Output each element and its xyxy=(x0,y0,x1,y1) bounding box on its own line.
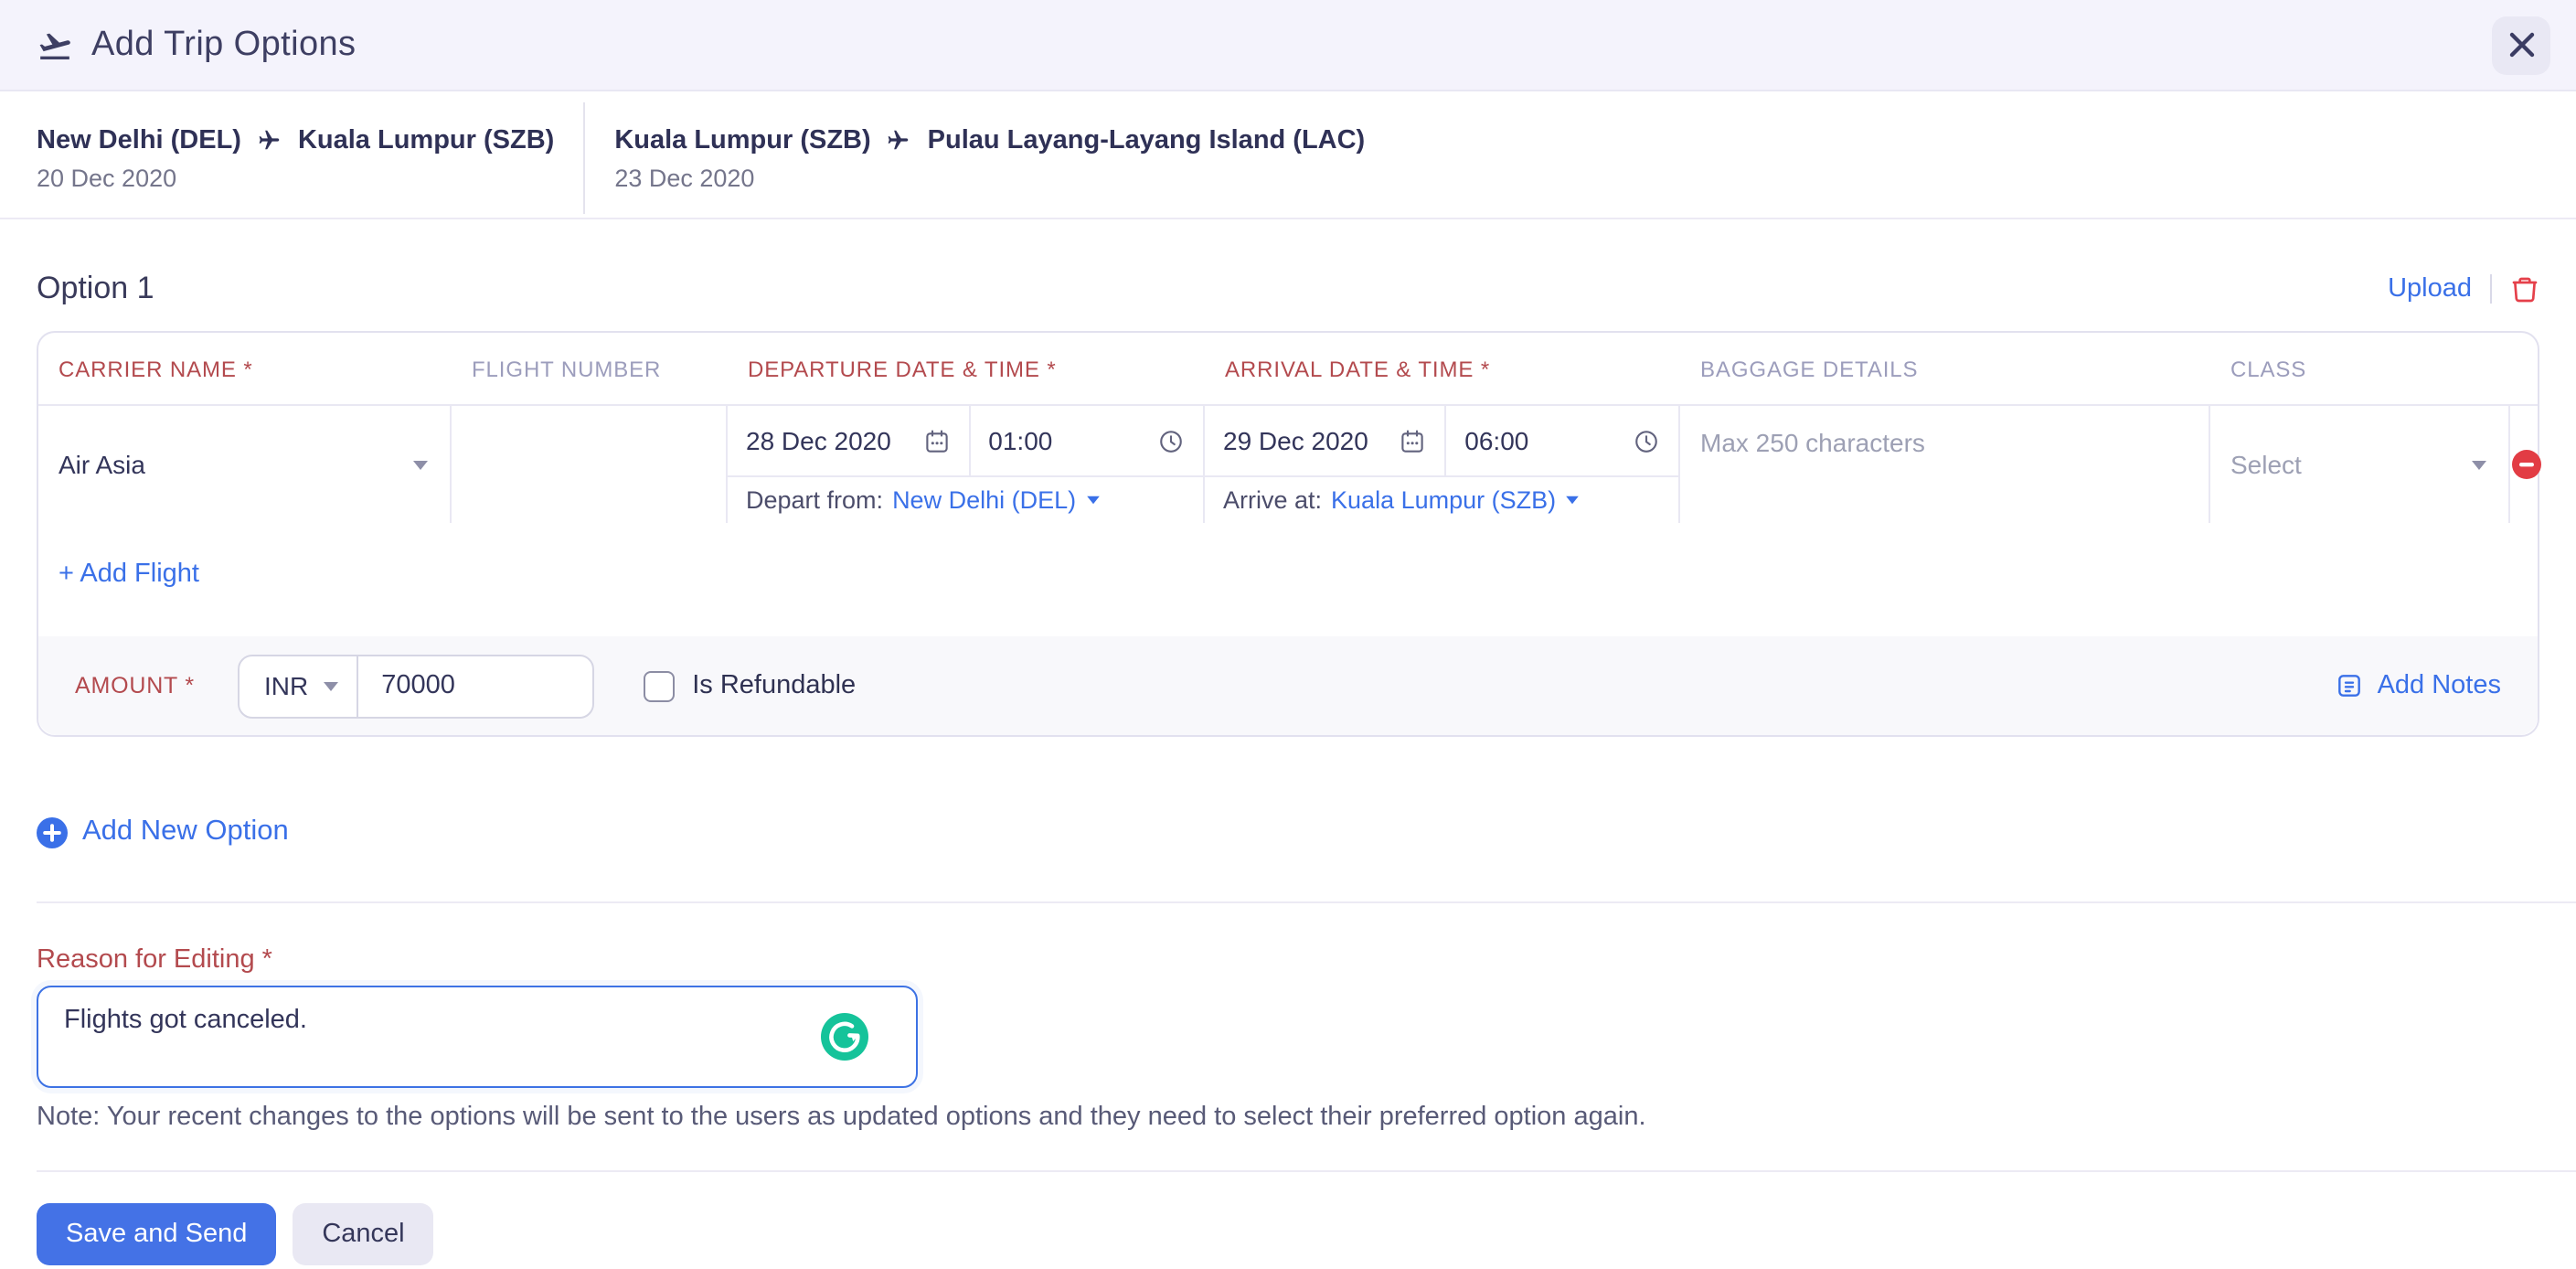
remove-flight-button[interactable] xyxy=(2510,406,2541,523)
trip-segment-1: New Delhi (DEL) Kuala Lumpur (SZB) 20 De… xyxy=(37,125,554,191)
is-refundable-label: Is Refundable xyxy=(692,671,857,700)
baggage-details-input[interactable] xyxy=(1700,428,2188,457)
segment2-date: 23 Dec 2020 xyxy=(614,164,755,191)
col-baggage: Baggage Details xyxy=(1700,357,1919,382)
trip-segment-2: Kuala Lumpur (SZB) Pulau Layang-Layang I… xyxy=(614,125,1365,191)
trip-segments: New Delhi (DEL) Kuala Lumpur (SZB) 20 De… xyxy=(0,91,2576,219)
carrier-value: Air Asia xyxy=(59,450,145,479)
departure-cell: 28 Dec 2020 01:00 Depart from: New Delhi… xyxy=(728,406,1205,523)
col-flight-number: Flight Number xyxy=(472,357,662,382)
baggage-cell xyxy=(1680,406,2210,523)
segment1-date: 20 Dec 2020 xyxy=(37,164,177,191)
segment2-to: Pulau Layang-Layang Island (LAC) xyxy=(927,125,1366,155)
col-departure: Departure Date & Time * xyxy=(748,357,1057,382)
chevron-down-icon xyxy=(1086,495,1099,504)
close-icon xyxy=(2508,32,2534,58)
chevron-down-icon xyxy=(323,681,338,690)
delete-option-button[interactable] xyxy=(2510,273,2539,304)
modal-header: Add Trip Options xyxy=(0,0,2576,91)
plus-circle-icon xyxy=(37,816,68,848)
currency-select[interactable]: INR xyxy=(240,656,356,716)
flight-takeoff-icon xyxy=(39,32,70,59)
clock-icon xyxy=(1160,430,1182,452)
note-text: Note: Your recent changes to the options… xyxy=(37,1103,1646,1132)
arrival-time-input[interactable]: 06:00 xyxy=(1446,406,1678,475)
currency-value: INR xyxy=(263,671,309,700)
segment1-to: Kuala Lumpur (SZB) xyxy=(297,125,555,155)
amount-row: Amount * INR Is Refundable Add Note xyxy=(38,636,2538,735)
segment1-from: New Delhi (DEL) xyxy=(37,125,241,155)
add-trip-options-modal: Add Trip Options New Delhi (DEL) Kuala L… xyxy=(0,0,2576,1269)
flight-number-cell xyxy=(452,406,728,523)
chevron-down-icon xyxy=(2472,460,2486,469)
is-refundable-checkbox[interactable] xyxy=(643,670,675,701)
calendar-icon xyxy=(925,429,947,452)
page-title: Add Trip Options xyxy=(91,25,357,63)
col-class: Class xyxy=(2230,357,2307,382)
amount-label: Amount * xyxy=(75,673,195,698)
trash-icon xyxy=(2512,276,2538,302)
flight-table-header: Carrier Name * Flight Number Departure D… xyxy=(38,333,2538,406)
arrive-at-label: Arrive at: xyxy=(1223,485,1323,513)
reason-for-editing-label: Reason for Editing * xyxy=(37,945,272,975)
flight-arrow-icon xyxy=(889,130,909,150)
carrier-select[interactable]: Air Asia xyxy=(38,406,452,523)
reason-for-editing-textarea[interactable]: Flights got canceled. xyxy=(37,986,918,1088)
add-new-option-link[interactable]: Add New Option xyxy=(37,816,289,848)
clock-icon xyxy=(1635,430,1657,452)
add-flight-link[interactable]: + Add Flight xyxy=(59,560,199,589)
class-placeholder: Select xyxy=(2230,450,2302,479)
add-notes-link[interactable]: Add Notes xyxy=(2336,671,2501,700)
flight-number-input[interactable] xyxy=(472,406,706,523)
remove-circle-icon xyxy=(2511,450,2540,479)
class-select[interactable]: Select xyxy=(2210,406,2510,523)
flight-arrow-icon xyxy=(259,130,280,150)
modal-title-group: Add Trip Options xyxy=(37,25,356,65)
chevron-down-icon xyxy=(413,460,428,469)
upload-link[interactable]: Upload xyxy=(2388,274,2472,304)
flight-table-row: Air Asia 28 Dec 2020 01:00 Depart from: … xyxy=(38,406,2541,523)
action-divider xyxy=(2490,274,2492,304)
cancel-button[interactable]: Cancel xyxy=(293,1203,434,1265)
arrival-date-input[interactable]: 29 Dec 2020 xyxy=(1205,406,1447,475)
amount-input-group: INR xyxy=(238,654,594,718)
option-title: Option 1 xyxy=(37,271,154,305)
depart-from-label: Depart from: xyxy=(746,485,884,513)
departure-time-input[interactable]: 01:00 xyxy=(970,406,1203,475)
arrival-cell: 29 Dec 2020 06:00 Arrive at: Kuala Lumpu… xyxy=(1205,406,1680,523)
departure-location-dropdown[interactable]: New Delhi (DEL) xyxy=(892,485,1100,513)
col-arrival: Arrival Date & Time * xyxy=(1225,357,1491,382)
amount-input[interactable] xyxy=(357,671,592,700)
modal-content: Option 1 Upload Carrier Name * Flight Nu… xyxy=(0,271,2576,1265)
footer-actions: Save and Send Cancel xyxy=(37,1203,2539,1265)
col-carrier-name: Carrier Name * xyxy=(59,357,253,382)
departure-date-input[interactable]: 28 Dec 2020 xyxy=(728,406,971,475)
calendar-icon xyxy=(1401,429,1423,452)
footer-divider xyxy=(37,1170,2576,1172)
chevron-down-icon xyxy=(1566,495,1579,504)
option-card: Carrier Name * Flight Number Departure D… xyxy=(37,331,2541,737)
segment2-from: Kuala Lumpur (SZB) xyxy=(614,125,871,155)
notes-icon xyxy=(2338,675,2361,697)
option-header: Option 1 Upload xyxy=(37,271,2539,307)
segment-divider xyxy=(583,102,586,214)
save-and-send-button[interactable]: Save and Send xyxy=(37,1203,277,1265)
section-divider xyxy=(37,901,2576,903)
arrival-location-dropdown[interactable]: Kuala Lumpur (SZB) xyxy=(1331,485,1580,513)
close-button[interactable] xyxy=(2492,16,2550,74)
grammarly-icon xyxy=(821,1013,868,1061)
